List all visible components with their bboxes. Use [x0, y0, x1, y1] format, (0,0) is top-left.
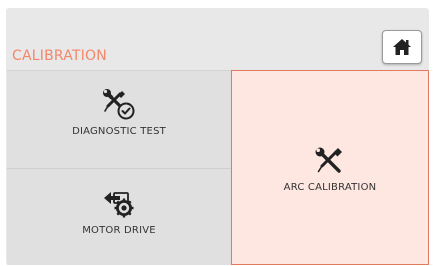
calibration-screen: CALIBRATION DIAGNOSTIC TEST MOTOR DRIVE …	[6, 8, 429, 265]
page-title: CALIBRATION	[12, 48, 107, 64]
arc-calibration-label: ARC CALIBRATION	[283, 182, 377, 193]
home-icon	[393, 39, 411, 55]
wrench-screwdriver-check-icon	[103, 89, 135, 120]
diagnostic-test-tile[interactable]: DIAGNOSTIC TEST	[7, 70, 231, 168]
motor-drive-tile[interactable]: MOTOR DRIVE	[7, 168, 231, 265]
wrench-screwdriver-icon	[315, 147, 342, 173]
home-button[interactable]	[382, 30, 422, 64]
motor-gear-arrow-icon	[104, 192, 134, 218]
diagnostic-test-label: DIAGNOSTIC TEST	[72, 126, 166, 137]
arc-calibration-tile[interactable]: ARC CALIBRATION	[231, 70, 429, 265]
motor-drive-label: MOTOR DRIVE	[82, 225, 156, 236]
calibration-menu: DIAGNOSTIC TEST MOTOR DRIVE ARC CALIBRAT…	[7, 70, 429, 265]
